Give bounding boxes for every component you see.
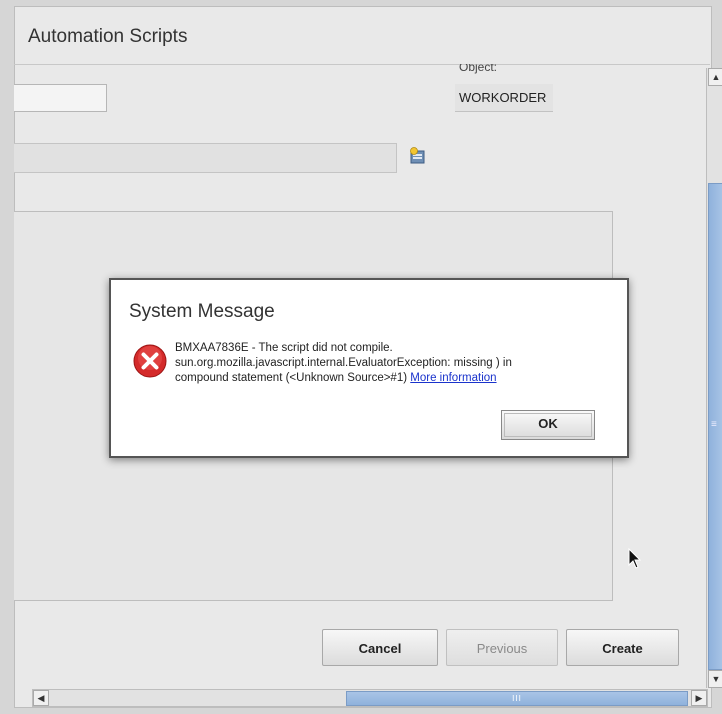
cancel-button[interactable]: Cancel (322, 629, 438, 666)
scroll-down-arrow-icon[interactable]: ▼ (708, 670, 722, 688)
message-line-3-text: compound statement (<Unknown Source>#1) (175, 372, 408, 384)
vertical-scroll-thumb[interactable]: ≡ (708, 183, 722, 670)
dialog-message: BMXAA7836E - The script did not compile.… (175, 341, 605, 386)
message-line-3: compound statement (<Unknown Source>#1) … (175, 371, 605, 386)
error-icon (133, 344, 167, 378)
ok-button[interactable]: OK (501, 410, 595, 440)
previous-button[interactable]: Previous (446, 629, 558, 666)
dialog-title: System Message (129, 301, 275, 322)
script-name-input[interactable] (14, 84, 107, 112)
title-divider (14, 64, 710, 65)
mouse-pointer-icon (628, 548, 642, 569)
horizontal-scroll-thumb[interactable]: III (346, 691, 688, 706)
object-field[interactable]: WORKORDER (455, 84, 553, 112)
message-line-2: sun.org.mozilla.javascript.internal.Eval… (175, 357, 512, 369)
vertical-grip: ≡ (711, 419, 717, 430)
scroll-up-arrow-icon[interactable]: ▲ (708, 68, 722, 86)
lookup-icon[interactable] (408, 146, 428, 166)
vertical-scrollbar[interactable]: ▲ ≡ ▼ (706, 68, 722, 688)
page-background: Automation Scripts Object: WORKORDER Can… (0, 0, 722, 714)
page-title: Automation Scripts (28, 26, 188, 47)
scroll-left-arrow-icon[interactable]: ◀ (33, 690, 49, 706)
message-line-1: BMXAA7836E - The script did not compile. (175, 342, 393, 354)
more-information-link[interactable]: More information (410, 372, 496, 384)
description-input[interactable] (14, 143, 397, 173)
object-label: Object: (459, 64, 498, 74)
create-button[interactable]: Create (566, 629, 679, 666)
scroll-right-arrow-icon[interactable]: ▶ (691, 690, 707, 706)
horizontal-scrollbar[interactable]: ◀ III ▶ (32, 689, 708, 707)
system-message-dialog: System Message BMXAA7836E - The script d… (109, 278, 629, 458)
